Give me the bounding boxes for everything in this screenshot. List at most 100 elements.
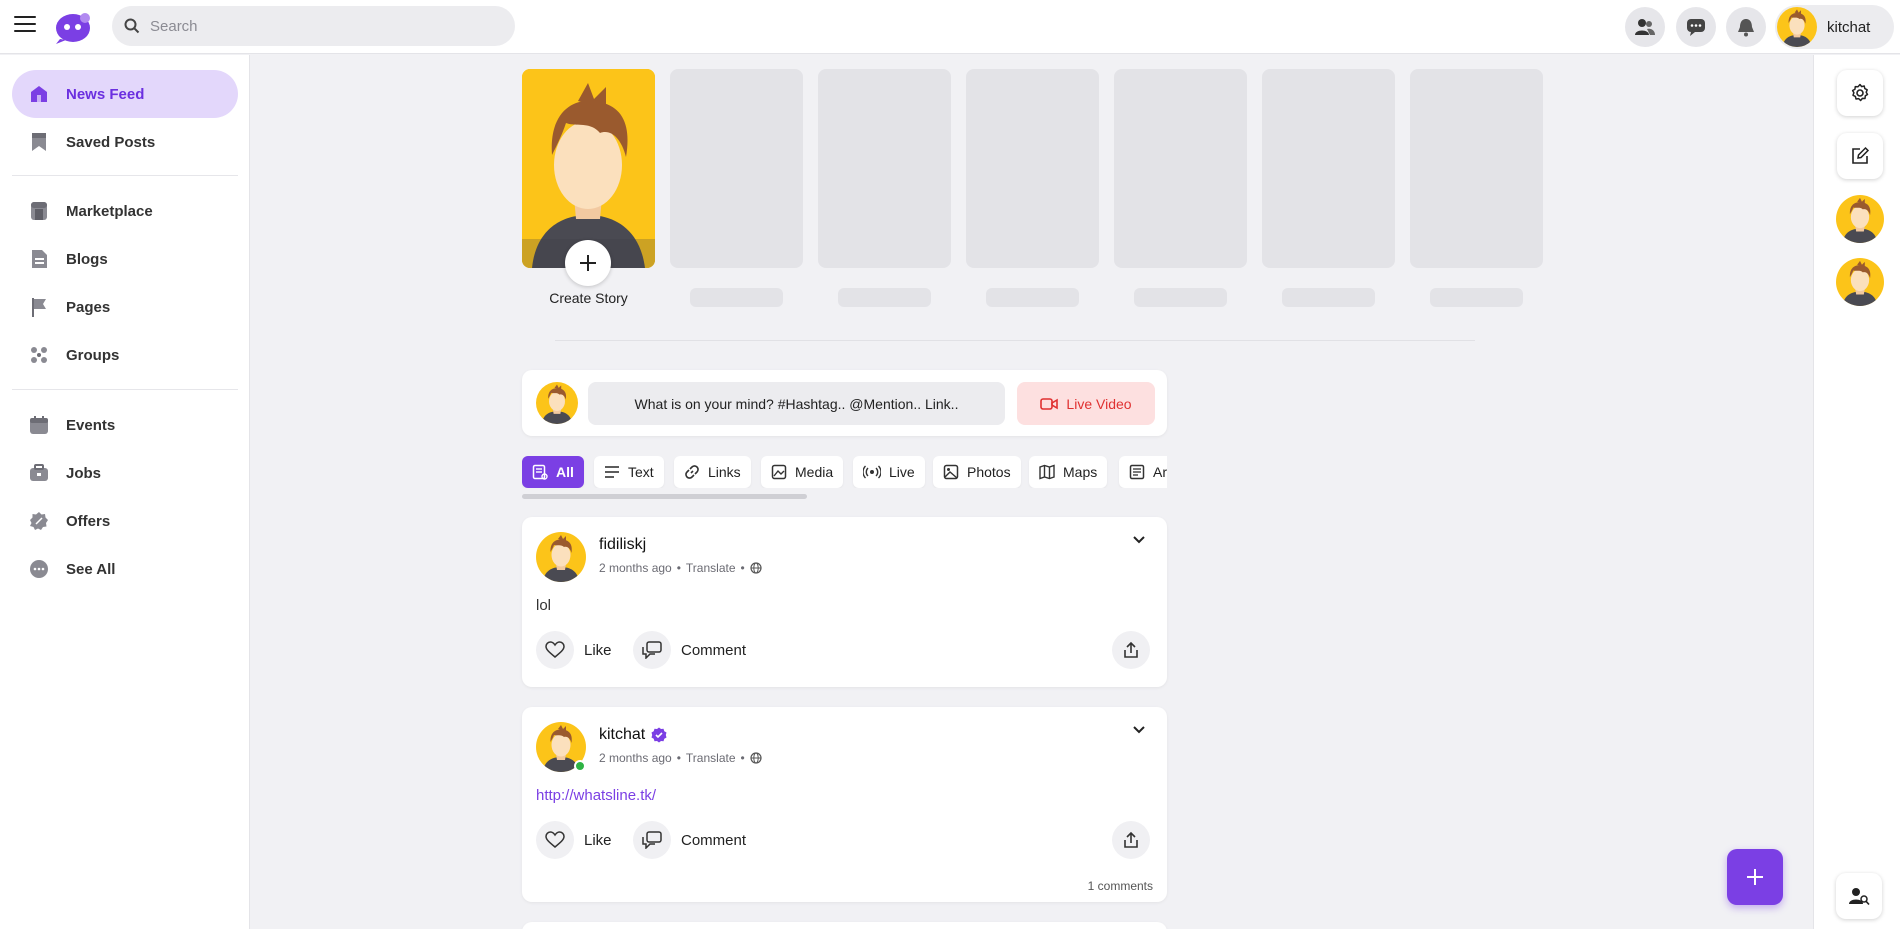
- sidebar-item-events[interactable]: Events: [12, 401, 238, 449]
- translate-link[interactable]: Translate: [686, 561, 736, 575]
- tab-label: Live: [889, 464, 915, 480]
- like-button[interactable]: Like: [536, 631, 612, 669]
- tab-label: Maps: [1063, 464, 1098, 480]
- search-input[interactable]: [150, 17, 490, 35]
- create-story-card[interactable]: [522, 69, 655, 268]
- sidebar-item-pages[interactable]: Pages: [12, 283, 238, 331]
- plus-icon: [580, 255, 596, 271]
- search-icon: [124, 18, 140, 34]
- feed-post: [522, 922, 1167, 929]
- tab-text[interactable]: Text: [594, 456, 664, 488]
- contact-avatar[interactable]: [1836, 195, 1884, 243]
- post-time: 2 months ago: [599, 561, 672, 575]
- menu-icon[interactable]: [14, 16, 36, 34]
- whats-on-your-mind-input[interactable]: What is on your mind? #Hashtag.. @Mentio…: [588, 382, 1005, 425]
- story-label-placeholder: [1282, 288, 1375, 307]
- more-icon: [29, 559, 49, 579]
- post-author-name: fidiliskj: [599, 536, 647, 553]
- story-label-placeholder: [986, 288, 1079, 307]
- briefcase-icon: [29, 463, 49, 483]
- image-icon: [943, 464, 959, 480]
- top-header: kitchat: [0, 0, 1900, 54]
- share-button[interactable]: [1112, 821, 1150, 859]
- video-camera-icon: [1040, 397, 1059, 411]
- notifications-icon[interactable]: [1726, 7, 1766, 47]
- tab-articles[interactable]: Ar: [1119, 456, 1167, 488]
- edit-icon: [1852, 146, 1870, 164]
- story-placeholder: [670, 69, 803, 268]
- text-icon: [604, 465, 620, 479]
- story-label-placeholder: [838, 288, 931, 307]
- create-story-label: Create Story: [549, 290, 628, 306]
- post-options-button[interactable]: [1132, 535, 1146, 545]
- post-author[interactable]: fidiliskj: [599, 536, 646, 554]
- discount-icon: [29, 511, 49, 531]
- tabs-scrollbar[interactable]: [522, 494, 807, 499]
- sidebar-item-label: Offers: [66, 512, 111, 530]
- comment-button[interactable]: Comment: [633, 821, 746, 859]
- edit-button[interactable]: [1837, 133, 1883, 179]
- sidebar-item-offers[interactable]: Offers: [12, 497, 238, 545]
- post-author[interactable]: kitchat: [599, 726, 667, 744]
- tab-live[interactable]: Live: [853, 456, 925, 488]
- left-sidebar: News Feed Saved Posts Marketplace Blogs …: [0, 55, 250, 929]
- friends-icon[interactable]: [1625, 7, 1665, 47]
- map-icon: [1039, 464, 1055, 480]
- post-options-button[interactable]: [1132, 725, 1146, 735]
- tab-all[interactable]: All: [522, 456, 584, 488]
- translate-link[interactable]: Translate: [686, 751, 736, 765]
- sidebar-item-see-all[interactable]: See All: [12, 545, 238, 593]
- sidebar-item-marketplace[interactable]: Marketplace: [12, 187, 238, 235]
- tab-maps[interactable]: Maps: [1029, 456, 1108, 488]
- post-time: 2 months ago: [599, 751, 672, 765]
- story-label-placeholder: [690, 288, 783, 307]
- settings-button[interactable]: [1837, 70, 1883, 116]
- feed-post: kitchat 2 months ago • Translate • http:…: [522, 707, 1167, 902]
- create-post-fab[interactable]: [1727, 849, 1783, 905]
- tab-media[interactable]: Media: [761, 456, 844, 488]
- share-icon: [1124, 831, 1138, 848]
- globe-icon: [750, 562, 762, 574]
- comment-icon: [642, 831, 662, 849]
- sidebar-item-blogs[interactable]: Blogs: [12, 235, 238, 283]
- posts-icon: [532, 464, 548, 480]
- story-placeholder: [1410, 69, 1543, 268]
- add-story-button[interactable]: [565, 240, 611, 286]
- post-link[interactable]: http://whatsline.tk/: [536, 787, 656, 804]
- story-placeholder: [818, 69, 951, 268]
- user-menu[interactable]: kitchat: [1775, 5, 1894, 49]
- sidebar-item-groups[interactable]: Groups: [12, 331, 238, 379]
- app-logo[interactable]: [52, 9, 94, 45]
- tab-label: Ar: [1153, 464, 1167, 480]
- tab-label: Photos: [967, 464, 1011, 480]
- messages-icon[interactable]: [1676, 7, 1716, 47]
- plus-icon: [1747, 869, 1763, 885]
- avatar[interactable]: [536, 532, 586, 582]
- sidebar-divider: [12, 389, 238, 390]
- comment-button[interactable]: Comment: [633, 631, 746, 669]
- chevron-down-icon: [1133, 726, 1145, 734]
- post-meta: 2 months ago • Translate •: [599, 751, 762, 765]
- gear-icon: [1851, 83, 1869, 102]
- tab-links[interactable]: Links: [674, 456, 751, 488]
- feed-post: fidiliskj 2 months ago • Translate • lol…: [522, 517, 1167, 687]
- sidebar-item-jobs[interactable]: Jobs: [12, 449, 238, 497]
- sidebar-item-label: Blogs: [66, 250, 108, 268]
- story-placeholder: [1262, 69, 1395, 268]
- comment-label: Comment: [681, 831, 747, 849]
- comments-count-link[interactable]: 1 comments: [1088, 879, 1153, 893]
- sidebar-item-news-feed[interactable]: News Feed: [12, 70, 238, 118]
- story-placeholder: [1114, 69, 1247, 268]
- tab-label: Media: [795, 464, 834, 480]
- online-status-dot: [574, 760, 586, 772]
- find-people-button[interactable]: [1836, 873, 1882, 919]
- like-button[interactable]: Like: [536, 821, 612, 859]
- sidebar-item-label: Groups: [66, 346, 120, 364]
- home-icon: [29, 84, 49, 104]
- search-box[interactable]: [112, 6, 515, 46]
- tab-photos[interactable]: Photos: [933, 456, 1021, 488]
- live-video-button[interactable]: Live Video: [1017, 382, 1155, 425]
- share-button[interactable]: [1112, 631, 1150, 669]
- contact-avatar[interactable]: [1836, 258, 1884, 306]
- sidebar-item-saved-posts[interactable]: Saved Posts: [12, 118, 238, 166]
